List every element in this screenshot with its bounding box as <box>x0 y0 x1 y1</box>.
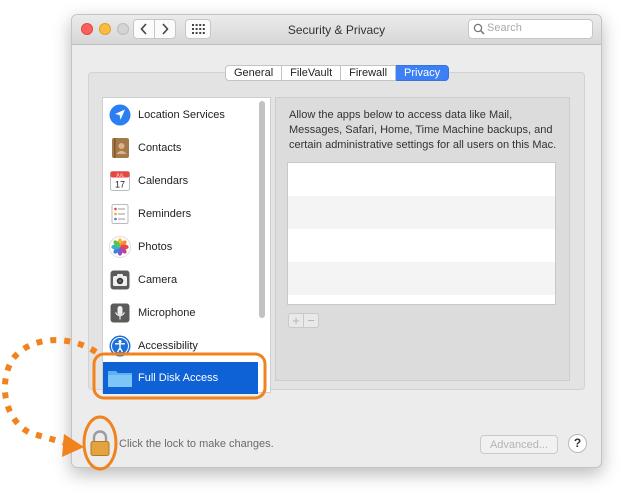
dotted-arrow-path <box>1 337 98 449</box>
annotation-overlay <box>1 337 267 471</box>
full-disk-access-highlight <box>92 352 267 400</box>
arrowhead-icon <box>62 434 84 457</box>
lock-highlight <box>82 415 118 471</box>
